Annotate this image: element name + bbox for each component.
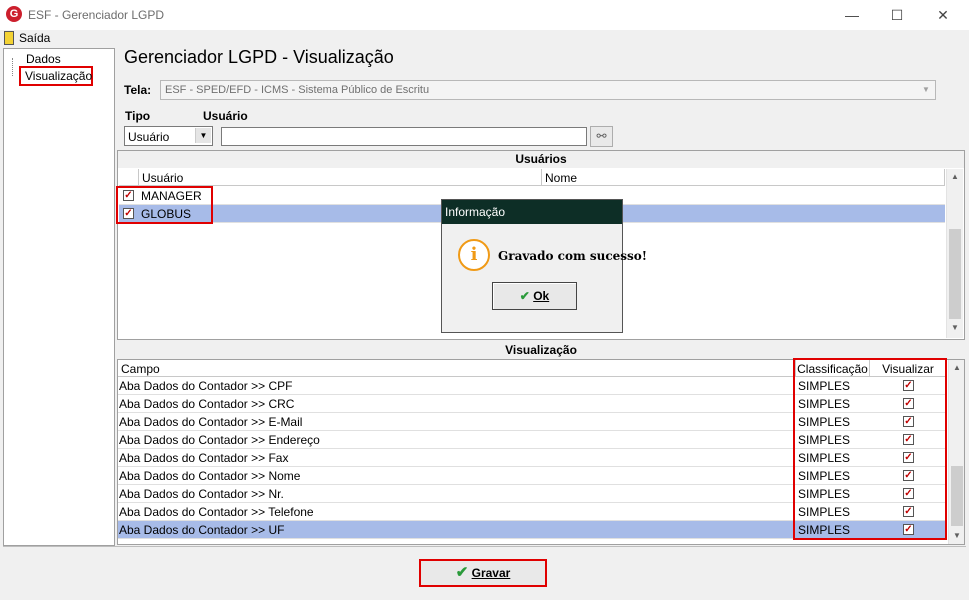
usuario-label: Usuário xyxy=(203,109,248,123)
tipo-label: Tipo xyxy=(125,109,151,123)
campo-cell: Aba Dados do Contador >> Endereço xyxy=(119,433,320,447)
column-header-campo[interactable]: Campo xyxy=(118,360,796,377)
app-logo-icon: G xyxy=(6,6,22,22)
minimize-button[interactable]: — xyxy=(829,0,875,30)
users-scrollbar[interactable]: ▲ ▼ xyxy=(946,169,963,338)
column-header-check xyxy=(119,169,139,186)
page-title: Gerenciador LGPD - Visualização xyxy=(124,47,394,67)
menu-bar xyxy=(0,30,969,47)
navigation-tree xyxy=(3,48,115,546)
scroll-thumb[interactable] xyxy=(951,466,963,526)
visualizacao-caption: Visualização xyxy=(118,341,964,359)
annotation-highlight-users xyxy=(116,186,213,224)
maximize-button[interactable]: ☐ xyxy=(874,0,920,30)
campo-cell: Aba Dados do Contador >> Telefone xyxy=(119,505,314,519)
campo-cell: Aba Dados do Contador >> CPF xyxy=(119,379,293,393)
campo-cell: Aba Dados do Contador >> Nr. xyxy=(119,487,284,501)
scroll-down-icon[interactable]: ▼ xyxy=(947,320,963,336)
users-caption: Usuários xyxy=(118,151,964,168)
scroll-up-icon[interactable]: ▲ xyxy=(947,169,963,185)
campo-cell: Aba Dados do Contador >> E-Mail xyxy=(119,415,303,429)
close-button[interactable]: ✕ xyxy=(920,0,966,30)
checkmark-icon: ✔ xyxy=(519,289,530,303)
chevron-down-icon[interactable]: ▼ xyxy=(918,82,934,98)
dialog-message: Gravado com sucesso! xyxy=(498,249,648,263)
ok-button[interactable]: ✔ Ok xyxy=(492,282,577,310)
gravar-label: Gravar xyxy=(471,566,511,580)
usuario-input[interactable] xyxy=(221,127,587,146)
gravar-button[interactable]: ✔ Gravar xyxy=(419,559,547,587)
annotation-highlight-visualizar xyxy=(793,358,947,540)
column-header-nome[interactable]: Nome xyxy=(542,169,945,186)
campo-cell: Aba Dados do Contador >> Fax xyxy=(119,451,289,465)
checkmark-icon: ✔ xyxy=(455,564,469,581)
tree-item-dados[interactable]: Dados xyxy=(26,52,61,66)
binoculars-icon: ⚯ xyxy=(596,129,607,143)
ok-label: Ok xyxy=(533,289,550,303)
binoculars-search-button[interactable]: ⚯ xyxy=(590,126,613,147)
window-title: ESF - Gerenciador LGPD xyxy=(28,8,165,22)
tree-connector xyxy=(12,58,13,76)
exit-door-icon[interactable] xyxy=(4,31,14,45)
chevron-down-icon[interactable]: ▼ xyxy=(195,128,211,143)
info-icon: i xyxy=(458,239,490,271)
menu-exit[interactable]: Saída xyxy=(19,31,50,45)
campo-cell: Aba Dados do Contador >> UF xyxy=(119,523,285,537)
tela-select[interactable]: ESF - SPED/EFD - ICMS - Sistema Público … xyxy=(160,80,936,100)
scroll-up-icon[interactable]: ▲ xyxy=(949,360,965,376)
tela-label: Tela: xyxy=(124,83,152,97)
visualizacao-scrollbar[interactable]: ▲ ▼ xyxy=(948,360,964,544)
campo-cell: Aba Dados do Contador >> Nome xyxy=(119,469,301,483)
scroll-thumb[interactable] xyxy=(949,229,961,319)
dialog-title: Informação xyxy=(442,200,622,224)
tree-item-visualizacao[interactable]: Visualização xyxy=(19,66,93,86)
campo-cell: Aba Dados do Contador >> CRC xyxy=(119,397,295,411)
column-header-usuario[interactable]: Usuário xyxy=(139,169,542,186)
scroll-down-icon[interactable]: ▼ xyxy=(949,528,965,544)
